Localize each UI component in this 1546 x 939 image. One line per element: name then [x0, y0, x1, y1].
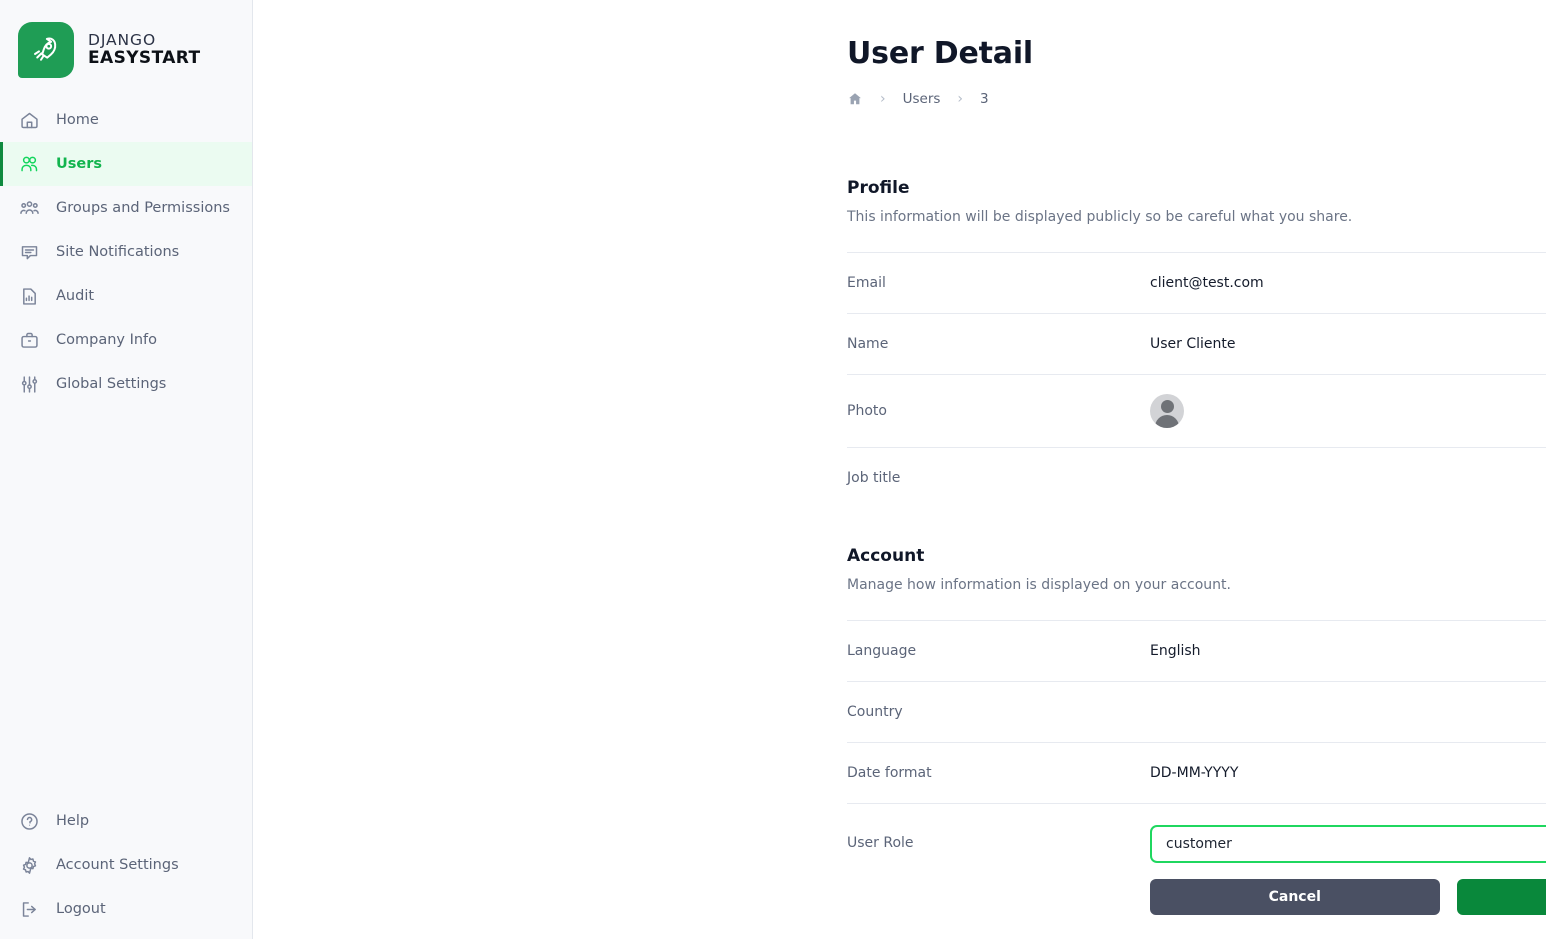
avatar-head	[1160, 400, 1174, 413]
sidebar-nav-bottom: Help Account Settings Logout	[0, 799, 252, 939]
account-rows: Language English Update Country Update D…	[847, 620, 1546, 915]
avatar	[1150, 394, 1184, 428]
breadcrumb-item-current: 3	[980, 91, 989, 107]
profile-section: Profile This information will be display…	[847, 178, 1546, 508]
account-section-subtitle: Manage how information is displayed on y…	[847, 577, 1231, 593]
brand-logo-block[interactable]: DJANGO EASYSTART	[0, 0, 252, 82]
breadcrumb-separator: ›	[957, 91, 964, 107]
row-label: Date format	[847, 765, 932, 781]
sidebar-item-label: Site Notifications	[56, 244, 180, 260]
user-role-select[interactable]: customer	[1150, 825, 1546, 863]
row-value: English	[1150, 643, 1201, 659]
account-section: Account Manage how information is displa…	[847, 546, 1546, 915]
row-value: DD-MM-YYYY	[1150, 765, 1239, 781]
row-value	[1150, 394, 1546, 428]
breadcrumb-separator: ›	[880, 91, 886, 107]
table-row: Photo Update | Remove	[847, 374, 1546, 447]
sidebar-item-label: Audit	[56, 288, 95, 304]
app-root: DJANGO EASYSTART Home Users Groups and P…	[0, 0, 1546, 939]
avatar-body	[1155, 415, 1179, 428]
brand-line-1: DJANGO	[88, 30, 157, 49]
sidebar-item-account-settings[interactable]: Account Settings	[0, 843, 252, 887]
user-role-button-row: Cancel Update	[1150, 879, 1546, 915]
sidebar-item-label: Users	[56, 156, 103, 172]
breadcrumb-item-users[interactable]: Users	[903, 91, 941, 107]
user-role-selected-value: customer	[1166, 836, 1232, 852]
row-label: Email	[847, 275, 886, 291]
row-label: User Role	[847, 835, 914, 851]
sidebar-item-label: Groups and Permissions	[56, 200, 230, 216]
table-row: Date format DD-MM-YYYY Update	[847, 742, 1546, 803]
sidebar-item-global-settings[interactable]: Global Settings	[0, 362, 252, 406]
brand-line-2: EASYSTART	[88, 48, 201, 69]
row-label: Country	[847, 704, 903, 720]
main-content: User Detail › Users › 3 Profile This inf…	[253, 0, 1546, 939]
table-row: Job title Update	[847, 447, 1546, 508]
sidebar-item-label: Help	[56, 813, 90, 829]
cancel-button[interactable]: Cancel	[1150, 879, 1440, 915]
row-label: Name	[847, 336, 889, 352]
sidebar-item-site-notifications[interactable]: Site Notifications	[0, 230, 252, 274]
table-row: Country Update	[847, 681, 1546, 742]
table-row: Email client@test.com	[847, 252, 1546, 313]
home-icon[interactable]	[847, 91, 863, 107]
brand-text: DJANGO EASYSTART	[88, 30, 201, 69]
bar-chart-document-icon	[18, 285, 40, 307]
sidebar-item-users[interactable]: Users	[0, 142, 252, 186]
sliders-icon	[18, 373, 40, 395]
profile-section-title: Profile	[847, 178, 910, 198]
account-section-title: Account	[847, 546, 925, 566]
sidebar-nav-main: Home Users Groups and Permissions Site N…	[0, 98, 252, 406]
sidebar-item-groups-and-permissions[interactable]: Groups and Permissions	[0, 186, 252, 230]
sidebar-item-label: Global Settings	[56, 376, 167, 392]
user-role-editor: customer Cancel Update	[1150, 825, 1546, 915]
table-row: Name User Cliente Update	[847, 313, 1546, 374]
sidebar-item-label: Logout	[56, 901, 106, 917]
sidebar-item-audit[interactable]: Audit	[0, 274, 252, 318]
row-value: User Cliente	[1150, 336, 1236, 352]
briefcase-icon	[18, 329, 40, 351]
gear-icon	[18, 854, 40, 876]
sidebar-item-label: Company Info	[56, 332, 158, 348]
page-title: User Detail	[847, 36, 1034, 71]
table-row: Language English Update	[847, 620, 1546, 681]
sidebar-item-logout[interactable]: Logout	[0, 887, 252, 931]
users-icon	[18, 153, 40, 175]
group-people-icon	[18, 197, 40, 219]
sidebar-item-label: Account Settings	[56, 857, 179, 873]
profile-rows: Email client@test.com Name User Cliente …	[847, 252, 1546, 508]
sidebar-item-label: Home	[56, 112, 99, 128]
sidebar: DJANGO EASYSTART Home Users Groups and P…	[0, 0, 253, 939]
sidebar-item-help[interactable]: Help	[0, 799, 252, 843]
update-button[interactable]: Update	[1456, 879, 1546, 915]
question-circle-icon	[18, 810, 40, 832]
chat-bubble-icon	[18, 241, 40, 263]
rocket-icon	[18, 22, 74, 78]
user-role-row: User Role customer Cancel Update	[847, 803, 1546, 915]
row-label: Photo	[847, 403, 887, 419]
logout-icon	[18, 898, 40, 920]
sidebar-item-home[interactable]: Home	[0, 98, 252, 142]
profile-section-subtitle: This information will be displayed publi…	[847, 209, 1353, 225]
home-icon	[18, 109, 40, 131]
row-label: Job title	[847, 470, 901, 486]
row-value: client@test.com	[1150, 275, 1264, 291]
breadcrumb: › Users › 3	[847, 91, 989, 107]
row-label: Language	[847, 643, 917, 659]
sidebar-item-company-info[interactable]: Company Info	[0, 318, 252, 362]
